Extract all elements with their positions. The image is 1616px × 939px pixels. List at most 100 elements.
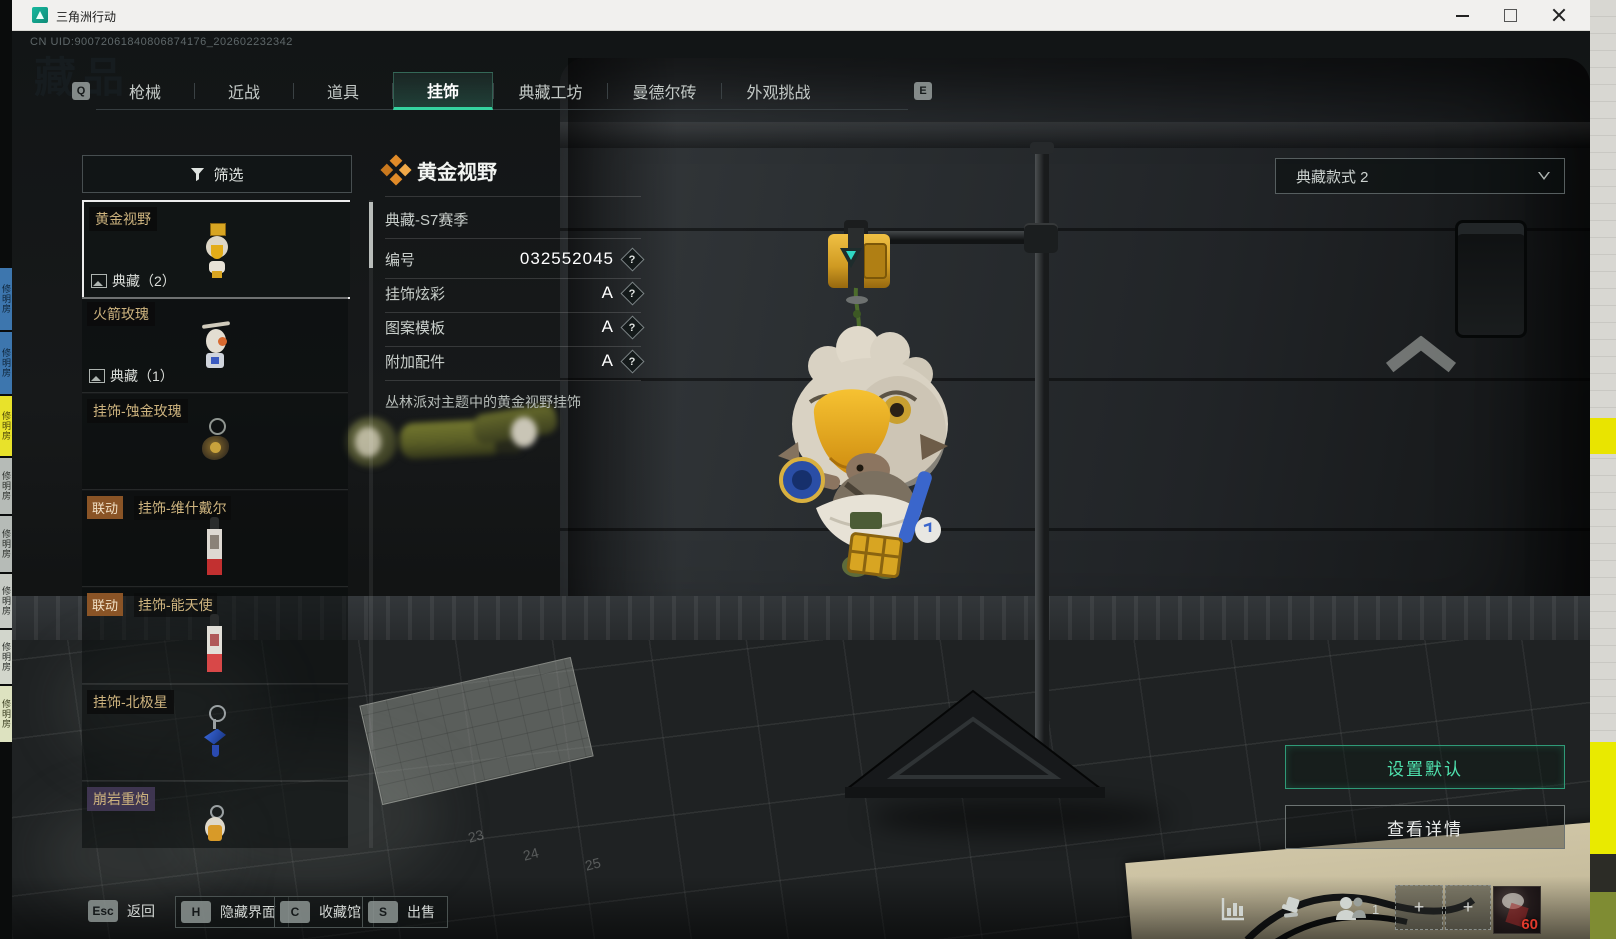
desktop-left-strip: 修明房 修明房 修明房 修明房 修明房 修明房 修明房 修明房 bbox=[0, 0, 12, 939]
tab-charms[interactable]: 挂饰 bbox=[393, 72, 493, 110]
selected-style: 典藏款式 2 bbox=[1296, 168, 1369, 186]
list-item-polaris[interactable]: 挂饰-北极星 bbox=[82, 685, 348, 781]
charm-3d-model[interactable] bbox=[770, 218, 970, 598]
charm-description: 丛林派对主题中的黄金视野挂饰 bbox=[385, 394, 581, 410]
auction-gavel-icon[interactable] bbox=[1278, 896, 1306, 922]
team-button[interactable]: 1 bbox=[1334, 894, 1386, 924]
charm-thumbnail bbox=[198, 319, 232, 371]
collection-icon bbox=[91, 274, 107, 288]
desktop-highlight bbox=[1590, 418, 1616, 454]
minimize-button[interactable] bbox=[1446, 0, 1480, 30]
desktop-cell: 修明房 bbox=[0, 396, 12, 456]
thumb-part bbox=[213, 718, 216, 729]
list-item-wisadel[interactable]: 联动 挂饰-维什戴尔 bbox=[82, 491, 348, 587]
accessory-row: 附加配件 A ? bbox=[385, 344, 645, 378]
bullet bbox=[1212, 671, 1361, 702]
row-value: A bbox=[601, 351, 614, 370]
list-item-exusiai[interactable]: 联动 挂饰-能天使 bbox=[82, 588, 348, 684]
hotkey-back[interactable]: Esc 返回 bbox=[88, 900, 155, 922]
tab-collection-workshop[interactable]: 典藏工坊 bbox=[494, 72, 607, 110]
collection-count: 典藏（2） bbox=[91, 271, 176, 291]
collection-style-select[interactable]: 典藏款式 2 bbox=[1275, 158, 1565, 194]
thumb-part bbox=[218, 336, 227, 346]
tab-melee[interactable]: 近战 bbox=[195, 72, 293, 110]
help-glyph: ? bbox=[629, 252, 636, 265]
charm-thumbnail bbox=[206, 614, 224, 673]
list-item-golden-vision[interactable]: 黄金视野 典藏（2） bbox=[82, 200, 350, 299]
window-titlebar: 三角洲行动 bbox=[12, 0, 1590, 31]
desktop-cell: 修明房 bbox=[0, 630, 12, 684]
case-latch bbox=[1455, 220, 1527, 338]
thumb-part bbox=[210, 614, 219, 627]
thumb-part bbox=[210, 517, 219, 530]
tab-appearance-challenge[interactable]: 外观挑战 bbox=[722, 72, 835, 110]
list-item-etched-rose[interactable]: 挂饰-蚀金玫瑰 bbox=[82, 394, 348, 490]
app-logo-icon bbox=[32, 7, 48, 23]
item-name: 黄金视野 bbox=[89, 207, 157, 231]
item-name: 挂饰-蚀金玫瑰 bbox=[87, 399, 188, 423]
help-glyph: ? bbox=[629, 286, 636, 299]
charm-thumbnail bbox=[198, 416, 232, 468]
help-glyph: ? bbox=[629, 320, 636, 333]
charm-thumbnail bbox=[206, 517, 224, 576]
row-label: 编号 bbox=[385, 251, 416, 269]
filter-button[interactable]: 筛选 bbox=[82, 155, 352, 193]
sparkle-row: 挂饰炫彩 A ? bbox=[385, 276, 645, 310]
hotkey-label: 出售 bbox=[407, 904, 435, 920]
help-icon[interactable]: ? bbox=[620, 314, 645, 340]
item-name: 火箭玫瑰 bbox=[87, 302, 155, 326]
row-label: 挂饰炫彩 bbox=[385, 285, 446, 303]
game-viewport: 23 24 25 CN UID:90072061840806874176_202… bbox=[12, 30, 1590, 939]
hotkey-label: 收藏馆 bbox=[319, 904, 361, 920]
bullet-neck bbox=[1401, 668, 1414, 670]
hotkey-collection-hall[interactable]: C 收藏馆 bbox=[274, 896, 374, 928]
window-title: 三角洲行动 bbox=[56, 10, 117, 24]
list-item-rockbreaker[interactable]: 崩岩重炮 bbox=[82, 782, 348, 848]
charm-rarity-icon bbox=[380, 154, 412, 186]
row-label: 图案模板 bbox=[385, 319, 446, 337]
case-rib bbox=[560, 528, 1590, 531]
case-chevron-mark bbox=[1385, 340, 1457, 394]
separator bbox=[385, 238, 641, 239]
set-default-button[interactable]: 设置默认 bbox=[1285, 745, 1565, 789]
hotkey-hide-ui[interactable]: H 隐藏界面 bbox=[175, 896, 289, 928]
count-label: 典藏（2） bbox=[112, 273, 176, 289]
c-keycap: C bbox=[280, 901, 310, 923]
collection-count: 典藏（1） bbox=[89, 366, 174, 386]
hotkey-sell[interactable]: S 出售 bbox=[362, 896, 448, 928]
charm-thumbnail bbox=[204, 222, 230, 278]
close-button[interactable] bbox=[1542, 0, 1576, 30]
item-name: 崩岩重炮 bbox=[87, 787, 155, 811]
invite-slot-button[interactable]: + bbox=[1445, 885, 1491, 930]
help-icon[interactable]: ? bbox=[620, 246, 645, 272]
invite-slot-button[interactable]: + bbox=[1395, 885, 1443, 930]
charm-thumbnail bbox=[202, 804, 228, 849]
help-icon[interactable]: ? bbox=[620, 280, 645, 306]
count-label: 典藏（1） bbox=[110, 368, 174, 384]
tab-guns[interactable]: 枪械 bbox=[96, 72, 194, 110]
stats-chart-icon[interactable] bbox=[1220, 896, 1246, 922]
player-uid: CN UID:90072061840806874176_202602232342 bbox=[30, 36, 293, 48]
maximize-button[interactable] bbox=[1494, 0, 1528, 30]
desktop-cell: 修明房 bbox=[0, 332, 12, 394]
desktop-dark-row bbox=[1590, 854, 1616, 892]
case-lid-line bbox=[560, 122, 1590, 148]
thumb-part bbox=[204, 728, 226, 745]
thumb-part bbox=[210, 634, 219, 647]
next-tab-keyhint: E bbox=[914, 82, 932, 100]
chevron-down-icon bbox=[1538, 172, 1550, 180]
thumb-part bbox=[211, 244, 223, 259]
player-avatar[interactable]: 60 bbox=[1493, 886, 1541, 934]
thumb-part bbox=[207, 654, 222, 673]
thumb-part bbox=[210, 441, 221, 453]
charm-title: 黄金视野 bbox=[417, 161, 497, 184]
view-details-button[interactable]: 查看详情 bbox=[1285, 805, 1565, 849]
help-icon[interactable]: ? bbox=[620, 348, 645, 374]
tab-mandel-brick[interactable]: 曼德尔砖 bbox=[608, 72, 721, 110]
esc-keycap: Esc bbox=[88, 900, 118, 922]
filter-label: 筛选 bbox=[213, 166, 244, 184]
list-item-rocket-rose[interactable]: 火箭玫瑰 典藏（1） bbox=[82, 297, 348, 393]
tab-items[interactable]: 道具 bbox=[294, 72, 392, 110]
sidebar-scrollbar-thumb[interactable] bbox=[369, 202, 373, 268]
charm-list: 黄金视野 典藏（2） 火箭玫瑰 典藏（1） 挂饰-蚀金玫瑰 联动 挂饰-维什戴尔… bbox=[82, 200, 350, 848]
